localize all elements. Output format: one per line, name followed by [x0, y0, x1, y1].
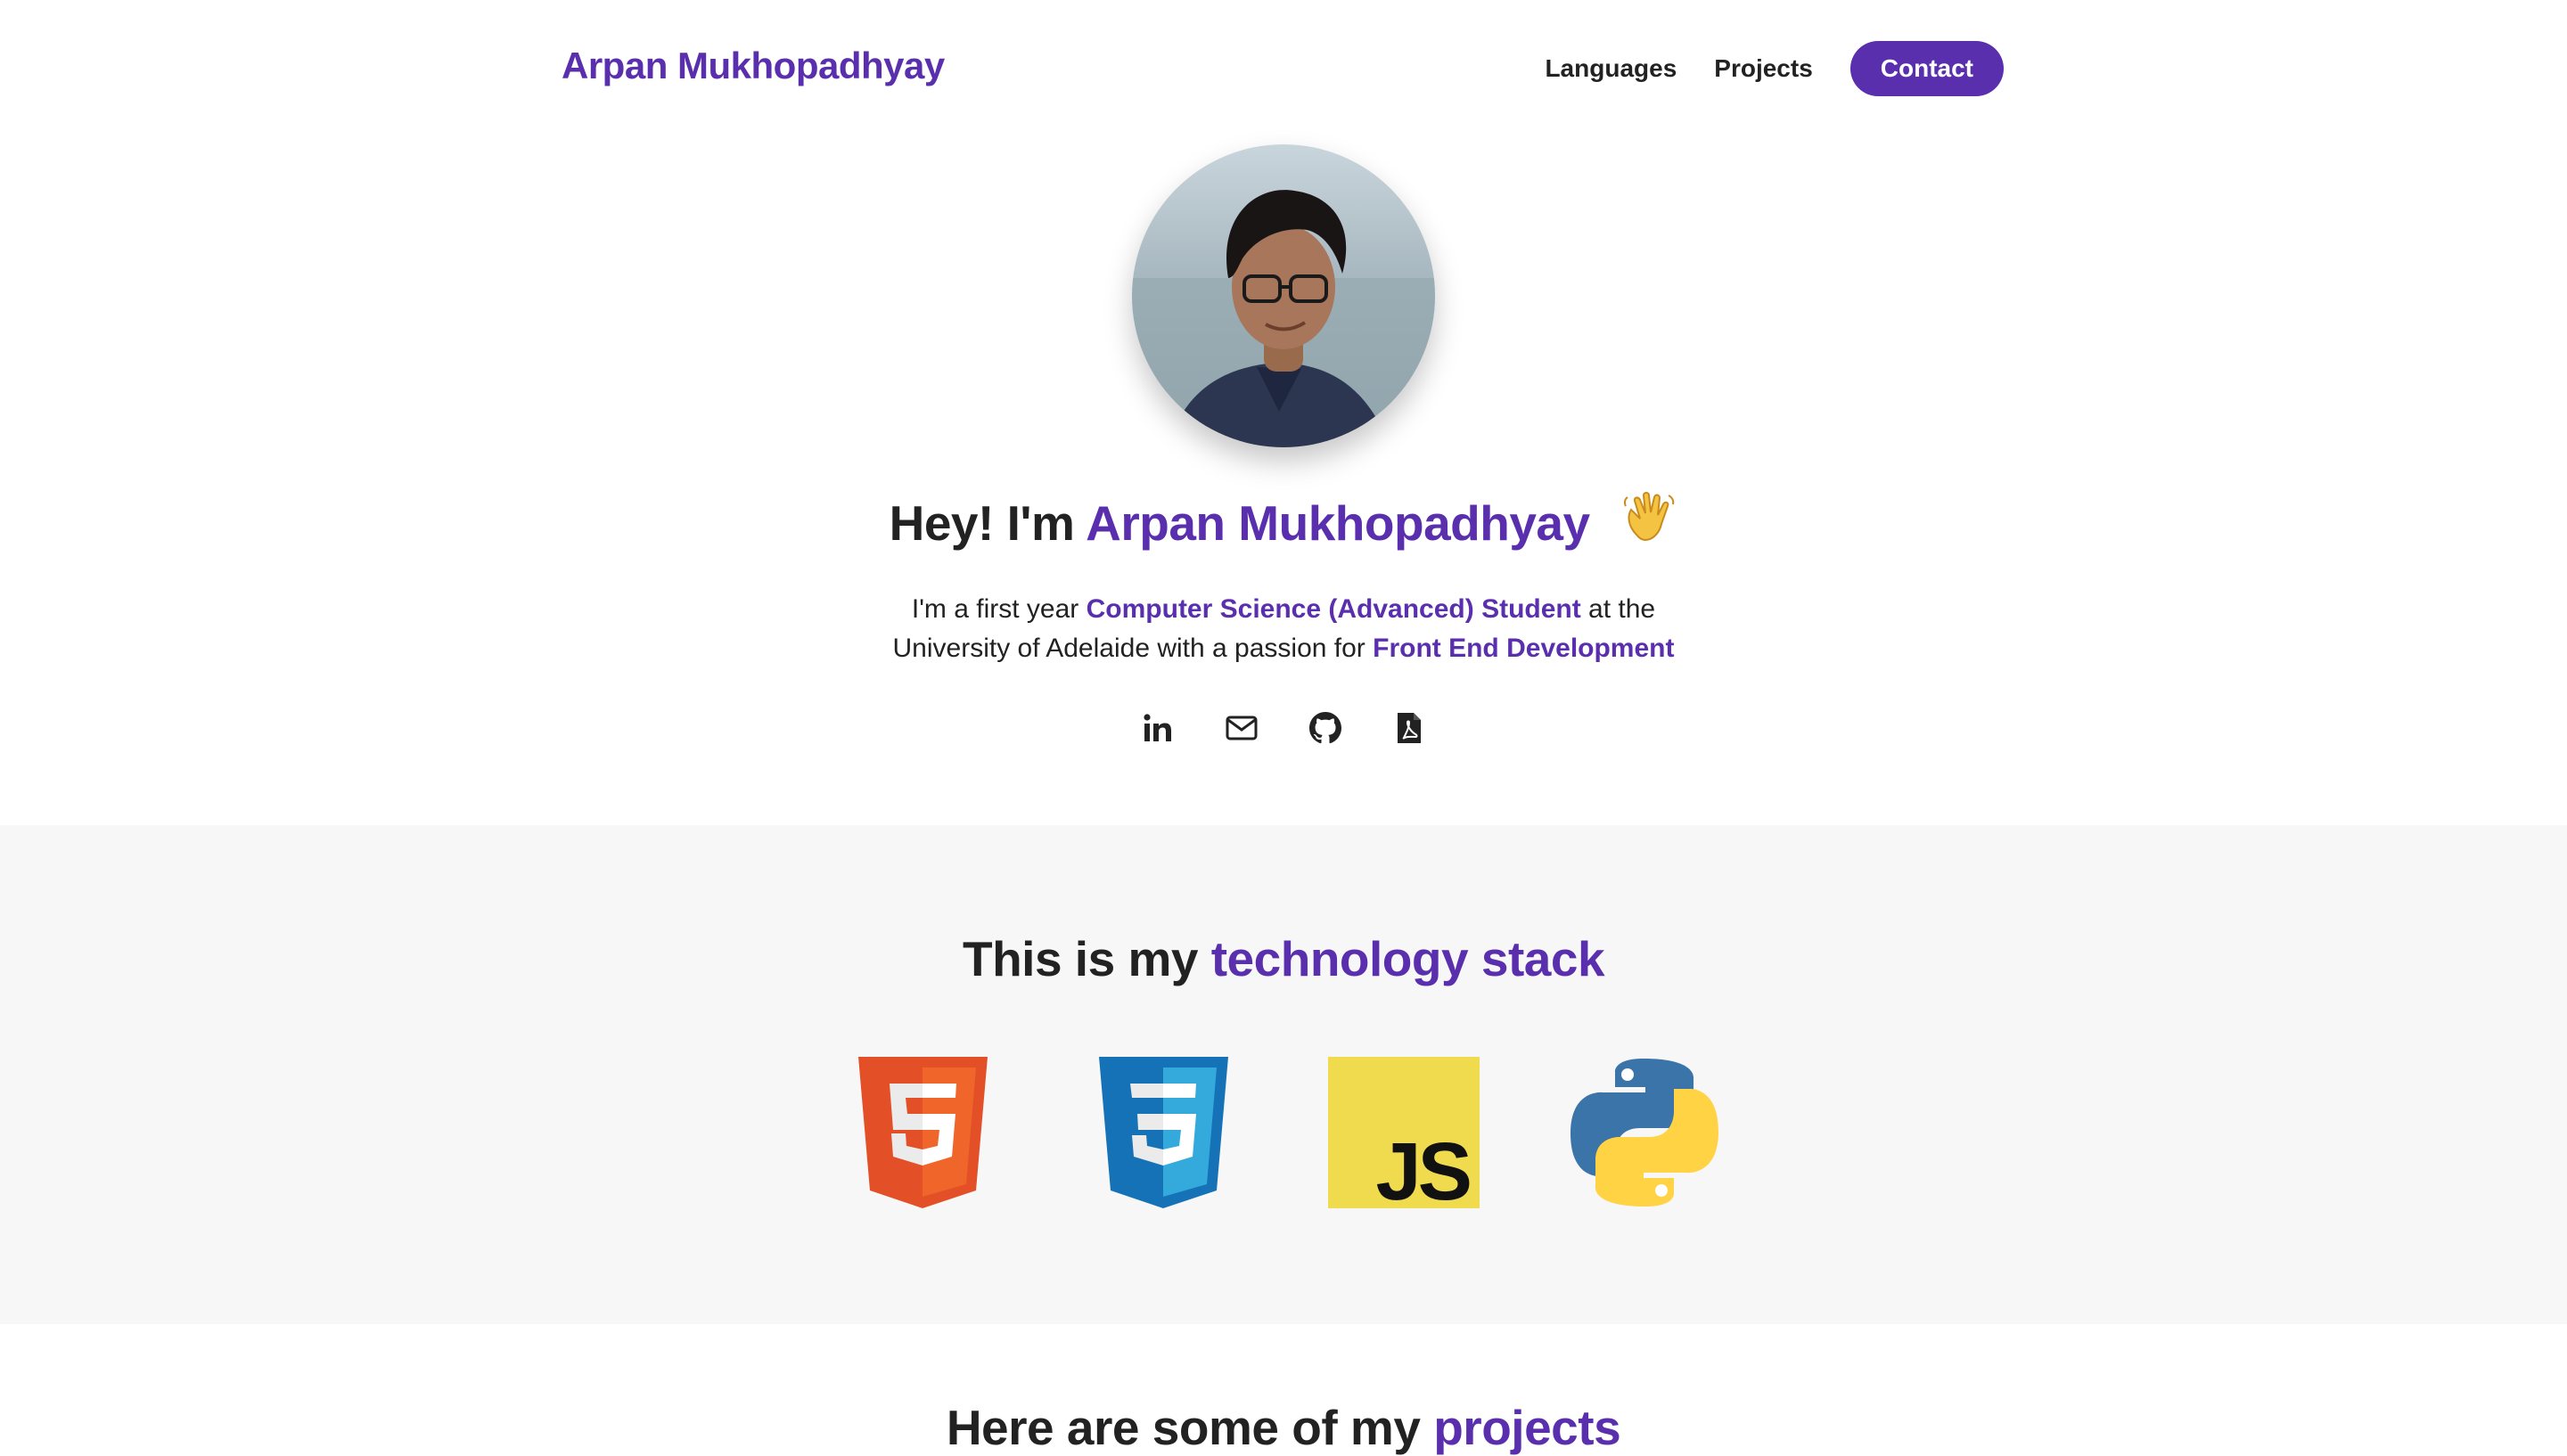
tech-logos: JS [0, 1057, 2567, 1217]
desc-text-2: at the [1580, 594, 1656, 624]
hero-title: Hey! I'm Arpan Mukhopadhyay [0, 488, 2567, 557]
social-links [0, 709, 2567, 747]
projects-title-highlight: projects [1433, 1400, 1621, 1455]
tech-stack-section: This is my technology stack JS [0, 825, 2567, 1324]
hero-greeting: Hey! I'm [889, 495, 1087, 551]
contact-button[interactable]: Contact [1849, 41, 2004, 96]
tech-stack-title: This is my technology stack [0, 930, 2567, 987]
desc-text-3: University of Adelaide with a passion fo… [892, 634, 1374, 663]
css3-logo [1087, 1057, 1239, 1208]
pdf-icon[interactable] [1390, 709, 1428, 747]
github-icon[interactable] [1307, 709, 1344, 747]
desc-highlight-cs: Computer Science (Advanced) Student [1086, 594, 1581, 624]
python-logo [1569, 1057, 1720, 1208]
nav-projects[interactable]: Projects [1714, 54, 1813, 83]
projects-title: Here are some of my projects [0, 1399, 2567, 1456]
site-header: Arpan Mukhopadhyay Languages Projects Co… [0, 0, 2567, 139]
nav-languages[interactable]: Languages [1545, 54, 1677, 83]
js-logo-text: JS [1375, 1126, 1469, 1208]
projects-title-prefix: Here are some of my [946, 1400, 1434, 1455]
tech-title-highlight: technology stack [1210, 931, 1605, 986]
desc-highlight-frontend: Front End Development [1373, 634, 1675, 663]
linkedin-icon[interactable] [1139, 709, 1177, 747]
html5-logo [847, 1057, 998, 1208]
main-nav: Languages Projects Contact [1545, 41, 2004, 96]
brand-name[interactable]: Arpan Mukhopadhyay [562, 45, 945, 87]
javascript-logo: JS [1328, 1057, 1480, 1217]
desc-text-1: I'm a first year [911, 594, 1087, 624]
hero-description: I'm a first year Computer Science (Advan… [0, 590, 2567, 668]
avatar [1132, 144, 1435, 447]
mail-icon[interactable] [1223, 709, 1260, 747]
waving-hand-icon [1620, 488, 1677, 557]
hero-name: Arpan Mukhopadhyay [1086, 495, 1590, 551]
tech-title-prefix: This is my [962, 931, 1211, 986]
